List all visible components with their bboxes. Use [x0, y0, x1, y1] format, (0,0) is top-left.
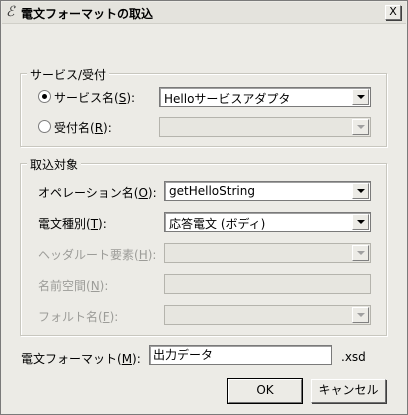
header-root-select[interactable]: [164, 243, 371, 263]
chevron-down-icon[interactable]: [352, 245, 369, 261]
header-root-label: ヘッダルート要素(H):: [38, 248, 157, 262]
service-name-label: サービス名(S):: [54, 91, 136, 105]
cancel-button[interactable]: キャンセル: [311, 379, 386, 403]
chevron-down-icon[interactable]: [352, 307, 369, 323]
message-type-label: 電文種別(T):: [38, 217, 107, 231]
reception-name-radio[interactable]: [38, 120, 51, 133]
service-name-select[interactable]: Helloサービスアダプタ: [159, 87, 371, 107]
title-bar: ℰ 電文フォーマットの取込 X: [2, 2, 406, 24]
reception-name-select[interactable]: [159, 117, 371, 137]
message-type-value: 応答電文 (ボディ): [169, 217, 266, 231]
reception-name-label: 受付名(R):: [54, 121, 112, 135]
namespace-label: 名前空間(N):: [38, 279, 109, 293]
message-format-label: 電文フォーマット(M):: [21, 352, 141, 366]
service-name-radio[interactable]: [38, 90, 51, 103]
ok-button[interactable]: OK: [227, 378, 303, 404]
namespace-input[interactable]: [168, 276, 365, 291]
service-name-value: Helloサービスアダプタ: [164, 92, 291, 106]
message-format-field[interactable]: [149, 345, 332, 365]
chevron-down-icon[interactable]: [352, 119, 369, 135]
fault-name-label: フォルト名(F):: [38, 310, 119, 324]
xsd-extension-label: .xsd: [341, 350, 366, 364]
app-icon: ℰ: [6, 4, 15, 20]
message-format-input[interactable]: [153, 347, 326, 362]
operation-name-select[interactable]: getHelloString: [164, 181, 371, 201]
namespace-field[interactable]: [164, 274, 371, 294]
operation-name-value: getHelloString: [169, 184, 255, 198]
window-title: 電文フォーマットの取込: [21, 7, 154, 21]
chevron-down-icon[interactable]: [352, 183, 369, 199]
service-reception-legend: サービス/受付: [27, 66, 110, 83]
chevron-down-icon[interactable]: [352, 89, 369, 105]
chevron-down-icon[interactable]: [352, 214, 369, 230]
operation-name-label: オペレーション名(O):: [38, 186, 157, 200]
close-button[interactable]: X: [385, 5, 401, 20]
dialog-window: ℰ 電文フォーマットの取込 X サービス/受付 サービス名(S): Helloサ…: [0, 0, 408, 415]
import-target-legend: 取込対象: [27, 156, 82, 173]
fault-name-select[interactable]: [164, 305, 371, 325]
message-type-select[interactable]: 応答電文 (ボディ): [164, 212, 371, 232]
